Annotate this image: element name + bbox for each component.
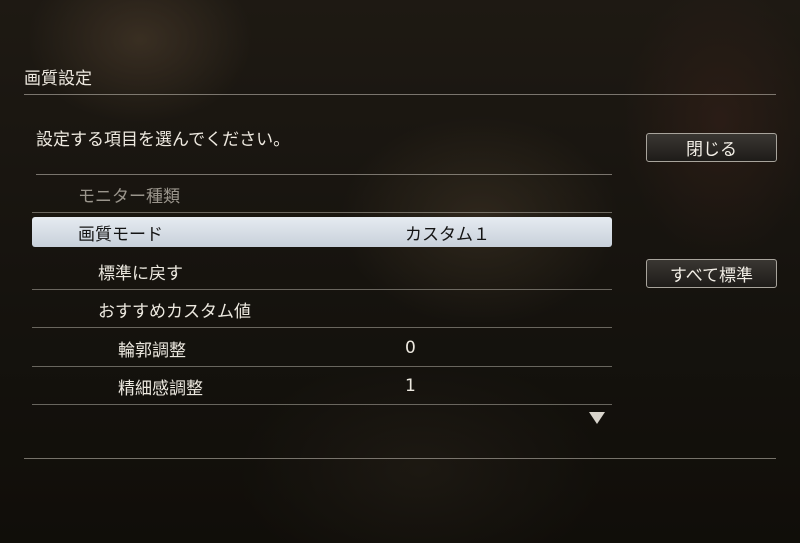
menu-item-monitor-type[interactable]: モニター種類 xyxy=(32,179,612,209)
instruction-text: 設定する項目を選んでください。 xyxy=(36,130,291,150)
menu-item-value: 1 xyxy=(405,376,416,396)
menu-item-value: 0 xyxy=(405,338,416,358)
menu-item-label: 精細感調整 xyxy=(118,378,203,399)
menu-divider xyxy=(32,404,612,405)
menu-top-divider xyxy=(36,174,612,175)
menu-item-label: 標準に戻す xyxy=(98,263,183,284)
menu-item-edge-adjust[interactable]: 輪郭調整 0 xyxy=(32,333,612,363)
menu-item-picture-mode[interactable]: 画質モード カスタム１ xyxy=(32,217,612,247)
menu-divider xyxy=(32,289,612,290)
menu-divider xyxy=(32,327,612,328)
bottom-divider xyxy=(24,458,776,459)
menu-item-value: カスタム１ xyxy=(405,224,490,245)
menu-divider xyxy=(32,212,612,213)
title-divider xyxy=(24,94,776,95)
menu-divider xyxy=(32,366,612,367)
close-button[interactable]: 閉じる xyxy=(646,133,777,162)
menu-item-recommended-custom[interactable]: おすすめカスタム値 xyxy=(32,294,612,324)
menu-item-label: モニター種類 xyxy=(78,186,180,207)
menu-item-label: 画質モード xyxy=(78,224,163,245)
menu-item-detail-adjust[interactable]: 精細感調整 1 xyxy=(32,371,612,401)
down-triangle-icon[interactable] xyxy=(589,412,605,424)
menu-item-reset-default[interactable]: 標準に戻す xyxy=(32,256,612,286)
page-title: 画質設定 xyxy=(24,69,92,89)
reset-all-button[interactable]: すべて標準 xyxy=(646,259,777,288)
menu-item-label: 輪郭調整 xyxy=(118,340,186,361)
menu-item-label: おすすめカスタム値 xyxy=(98,301,251,322)
